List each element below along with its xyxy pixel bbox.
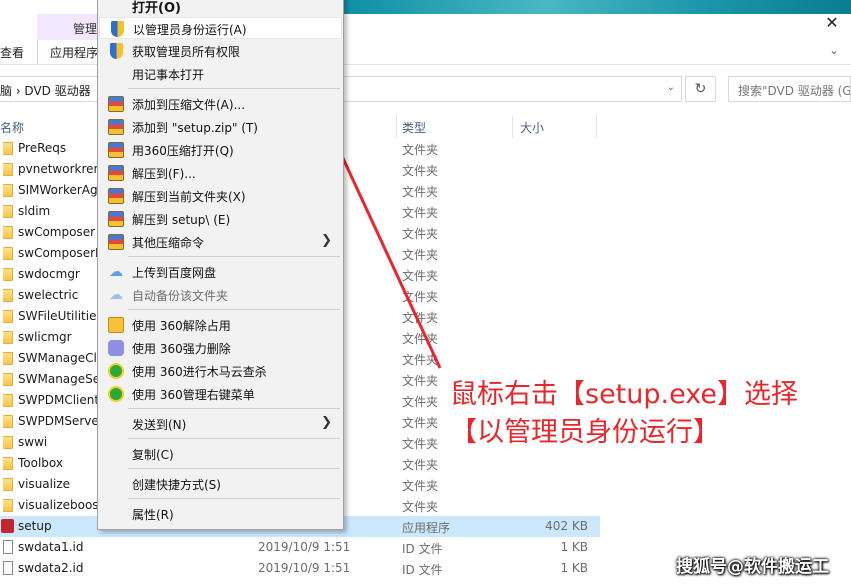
menu-item-open-with-notepad[interactable]: 用记事本打开 xyxy=(99,63,342,85)
uac-shield-icon xyxy=(111,21,124,37)
archive-icon xyxy=(108,96,124,112)
menu-item-add-to-setup-zip[interactable]: 添加到 "setup.zip" (T) xyxy=(99,116,342,138)
menu-item-label: 用360压缩打开(Q) xyxy=(132,144,234,158)
archive-icon xyxy=(108,165,124,181)
menu-item-label: 解压到 setup\ (E) xyxy=(132,213,231,227)
menu-separator xyxy=(128,498,340,499)
watermark: 搜狐号@软件搬运工 xyxy=(676,557,829,577)
menu-separator xyxy=(128,256,340,257)
menu-item-label: 添加到压缩文件(A)... xyxy=(132,98,246,112)
menu-item-label: 获取管理员所有权限 xyxy=(132,45,241,59)
menu-item-send-to[interactable]: 发送到(N) ❯ xyxy=(99,413,342,435)
chevron-right-icon: ❯ xyxy=(321,415,332,430)
archive-icon xyxy=(108,234,124,250)
menu-separator xyxy=(128,309,340,310)
annotation-text: 鼠标右击【setup.exe】选择 【以管理员身份运行】 xyxy=(450,376,798,452)
menu-item-unlock-360[interactable]: 使用 360解除占用 xyxy=(99,314,342,336)
menu-item-label: 其他压缩命令 xyxy=(132,236,205,250)
menu-item-label: 创建快捷方式(S) xyxy=(132,478,221,492)
menu-item-label: 上传到百度网盘 xyxy=(132,266,217,280)
archive-icon xyxy=(108,142,124,158)
menu-item-force-delete-360[interactable]: 使用 360强力删除 xyxy=(99,337,342,359)
unlock-360-icon xyxy=(108,317,124,333)
menu-item-upload-baidu[interactable]: ☁ 上传到百度网盘 xyxy=(99,261,342,283)
menu-item-open-with-360zip[interactable]: 用360压缩打开(Q) xyxy=(99,139,342,161)
menu-item-manage-menu-360[interactable]: 使用 360管理右键菜单 xyxy=(99,383,342,405)
menu-item-label: 使用 360管理右键菜单 xyxy=(132,388,255,402)
menu-item-label: 解压到当前文件夹(X) xyxy=(132,190,246,204)
cloud-icon: ☁ xyxy=(109,264,123,280)
archive-icon xyxy=(108,211,124,227)
annotation-line-1: 鼠标右击【setup.exe】选择 xyxy=(450,379,798,410)
menu-item-label: 复制(C) xyxy=(132,448,174,462)
menu-item-take-ownership[interactable]: 获取管理员所有权限 xyxy=(99,40,342,62)
menu-item-label: 使用 360进行木马云查杀 xyxy=(132,365,267,379)
menu-item-label: 使用 360解除占用 xyxy=(132,319,231,333)
menu-item-label: 自动备份该文件夹 xyxy=(132,289,229,303)
menu-separator xyxy=(128,408,340,409)
uac-shield-icon xyxy=(110,43,123,59)
archive-icon xyxy=(108,119,124,135)
menu-item-extract-to-setup[interactable]: 解压到 setup\ (E) xyxy=(99,208,342,230)
cloud-icon: ☁ xyxy=(109,287,123,303)
menu-item-label: 发送到(N) xyxy=(132,418,187,432)
menu-item-trojan-scan-360[interactable]: 使用 360进行木马云查杀 xyxy=(99,360,342,382)
menu-separator xyxy=(128,88,340,89)
shredder-360-icon xyxy=(108,340,124,356)
menu-item-label: 用记事本打开 xyxy=(132,68,205,82)
menu-item-open[interactable]: 打开(O) xyxy=(99,0,342,17)
antivirus-360-icon xyxy=(108,363,124,379)
antivirus-360-icon xyxy=(108,386,124,402)
menu-separator xyxy=(128,468,340,469)
annotation-line-2: 【以管理员身份运行】 xyxy=(450,417,720,448)
menu-item-auto-backup: ☁ 自动备份该文件夹 xyxy=(99,284,342,306)
menu-separator xyxy=(128,438,340,439)
menu-item-create-shortcut[interactable]: 创建快捷方式(S) xyxy=(99,473,342,495)
menu-item-run-as-admin[interactable]: 以管理员身份运行(A) xyxy=(99,17,342,39)
menu-item-properties[interactable]: 属性(R) xyxy=(99,503,342,525)
menu-item-label: 属性(R) xyxy=(132,508,174,522)
chevron-right-icon: ❯ xyxy=(321,233,332,248)
menu-item-label: 打开(O) xyxy=(132,1,181,16)
menu-item-add-to-archive[interactable]: 添加到压缩文件(A)... xyxy=(99,93,342,115)
menu-item-extract-to[interactable]: 解压到(F)... xyxy=(99,162,342,184)
menu-item-other-compress[interactable]: 其他压缩命令 ❯ xyxy=(99,231,342,253)
menu-item-label: 以管理员身份运行(A) xyxy=(133,23,247,37)
menu-item-label: 解压到(F)... xyxy=(132,167,196,181)
archive-icon xyxy=(108,188,124,204)
menu-item-label: 使用 360强力删除 xyxy=(132,342,231,356)
context-menu: 打开(O) 以管理员身份运行(A) 获取管理员所有权限 用记事本打开 添加到压缩… xyxy=(97,0,344,530)
menu-item-label: 添加到 "setup.zip" (T) xyxy=(132,121,258,135)
menu-item-copy[interactable]: 复制(C) xyxy=(99,443,342,465)
menu-item-extract-here[interactable]: 解压到当前文件夹(X) xyxy=(99,185,342,207)
